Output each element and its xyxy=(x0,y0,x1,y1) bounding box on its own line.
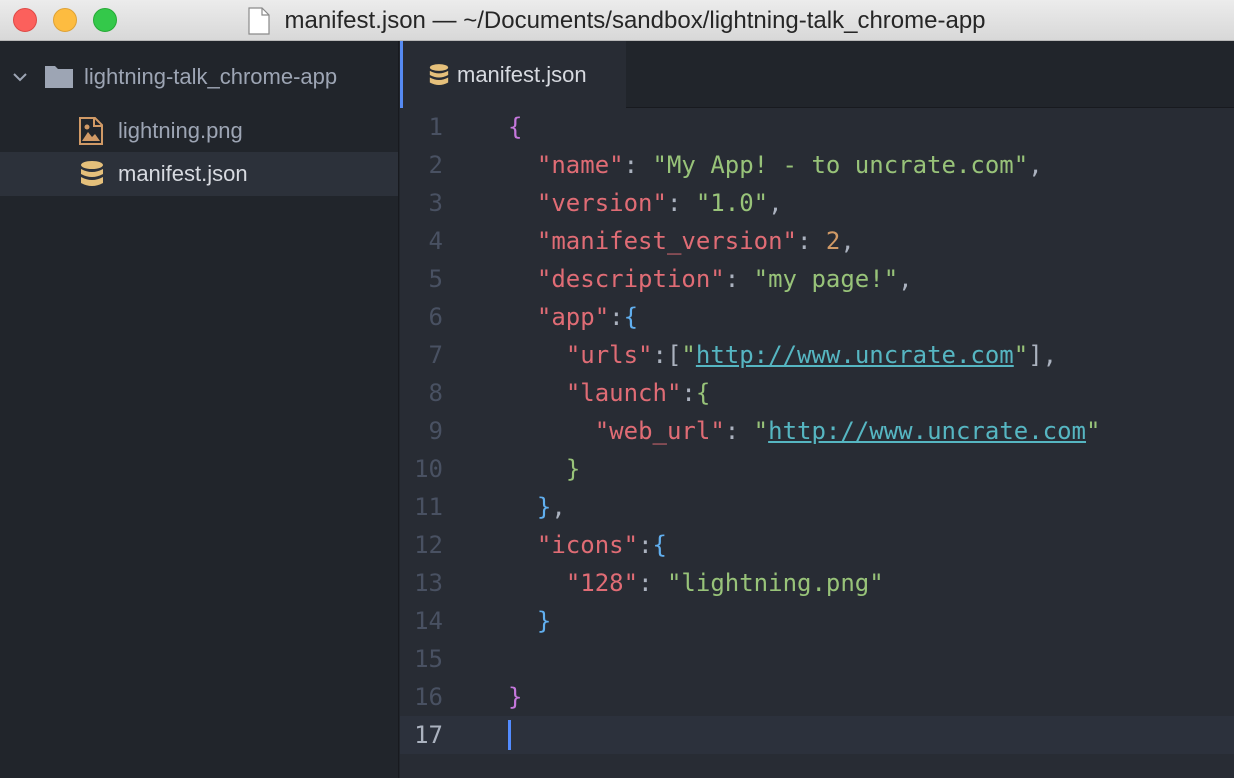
tab-bar: manifest.json xyxy=(400,41,1234,108)
line-number: 7 xyxy=(428,341,443,369)
code-line[interactable]: 13 "128": "lightning.png" xyxy=(400,564,1234,602)
line-number: 14 xyxy=(414,607,443,635)
editor-pane: manifest.json 1{2 "name": "My App! - to … xyxy=(400,41,1234,778)
tree-file-item-selected[interactable]: manifest.json xyxy=(0,152,398,196)
line-number: 1 xyxy=(428,113,443,141)
line-number: 9 xyxy=(428,417,443,445)
document-icon xyxy=(248,6,271,35)
code-text: "launch":{ xyxy=(565,379,711,407)
tree-file-label: manifest.json xyxy=(118,161,248,186)
title-bar: manifest.json — ~/Documents/sandbox/ligh… xyxy=(0,0,1234,41)
line-number: 17 xyxy=(414,721,443,749)
code-line[interactable]: 8 "launch":{ xyxy=(400,374,1234,412)
image-file-icon xyxy=(79,117,103,145)
code-line[interactable]: 5 "description": "my page!", xyxy=(400,260,1234,298)
code-line[interactable]: 9 "web_url": "http://www.uncrate.com" xyxy=(400,412,1234,450)
line-number: 12 xyxy=(414,531,443,559)
code-line[interactable]: 7 "urls":["http://www.uncrate.com"], xyxy=(400,336,1234,374)
code-line[interactable]: 1{ xyxy=(400,108,1234,146)
code-line[interactable]: 11 }, xyxy=(400,488,1234,526)
line-number: 6 xyxy=(428,303,443,331)
code-text: "icons":{ xyxy=(536,531,667,559)
code-text: "name": "My App! - to uncrate.com", xyxy=(536,151,1043,179)
line-number: 2 xyxy=(428,151,443,179)
line-number: 3 xyxy=(428,189,443,217)
url-link: http://www.uncrate.com xyxy=(695,341,1014,369)
line-number: 10 xyxy=(414,455,443,483)
code-text: }, xyxy=(536,493,566,521)
code-line[interactable]: 14 } xyxy=(400,602,1234,640)
code-line[interactable]: 15 xyxy=(400,640,1234,678)
database-file-icon xyxy=(429,63,449,85)
code-text: "app":{ xyxy=(536,303,639,331)
code-text: } xyxy=(565,455,581,483)
code-text: "128": "lightning.png" xyxy=(565,569,884,597)
code-line[interactable]: 10 } xyxy=(400,450,1234,488)
code-text: "manifest_version": 2, xyxy=(536,227,855,255)
code-line[interactable]: 12 "icons":{ xyxy=(400,526,1234,564)
code-text: } xyxy=(508,683,523,711)
code-text: "web_url": "http://www.uncrate.com" xyxy=(594,417,1101,445)
line-number: 8 xyxy=(428,379,443,407)
line-number: 16 xyxy=(414,683,443,711)
code-text: "version": "1.0", xyxy=(536,189,783,217)
code-text: } xyxy=(536,607,552,635)
tree-file-label: lightning.png xyxy=(118,118,243,143)
window-title: manifest.json — ~/Documents/sandbox/ligh… xyxy=(284,6,986,34)
tab-label: manifest.json xyxy=(457,61,587,87)
code-line[interactable]: 16} xyxy=(400,678,1234,716)
database-file-icon xyxy=(81,161,103,186)
line-number: 5 xyxy=(428,265,443,293)
code-line[interactable]: 2 "name": "My App! - to uncrate.com", xyxy=(400,146,1234,184)
project-folder[interactable]: lightning-talk_chrome-app xyxy=(0,55,398,99)
tab-manifest-json[interactable]: manifest.json xyxy=(400,41,626,108)
url-link: http://www.uncrate.com xyxy=(768,417,1087,445)
project-folder-label: lightning-talk_chrome-app xyxy=(84,64,338,89)
code-line[interactable]: 4 "manifest_version": 2, xyxy=(400,222,1234,260)
code-line[interactable]: 17 xyxy=(400,716,1234,754)
line-number: 15 xyxy=(414,645,443,673)
line-number: 4 xyxy=(428,227,443,255)
line-number: 13 xyxy=(414,569,443,597)
text-cursor xyxy=(508,720,511,750)
tree-view: lightning-talk_chrome-app lightning.png … xyxy=(0,41,399,778)
code-text: { xyxy=(508,113,523,141)
code-text: "urls":["http://www.uncrate.com"], xyxy=(565,341,1058,369)
code-text: "description": "my page!", xyxy=(536,265,913,293)
chevron-down-icon[interactable] xyxy=(12,69,28,85)
code-editor[interactable]: 1{2 "name": "My App! - to uncrate.com", 3… xyxy=(400,108,1234,778)
code-line[interactable]: 3 "version": "1.0", xyxy=(400,184,1234,222)
code-line[interactable]: 6 "app":{ xyxy=(400,298,1234,336)
tree-file-item[interactable]: lightning.png xyxy=(0,109,398,153)
folder-icon xyxy=(45,66,73,88)
line-number: 11 xyxy=(414,493,443,521)
